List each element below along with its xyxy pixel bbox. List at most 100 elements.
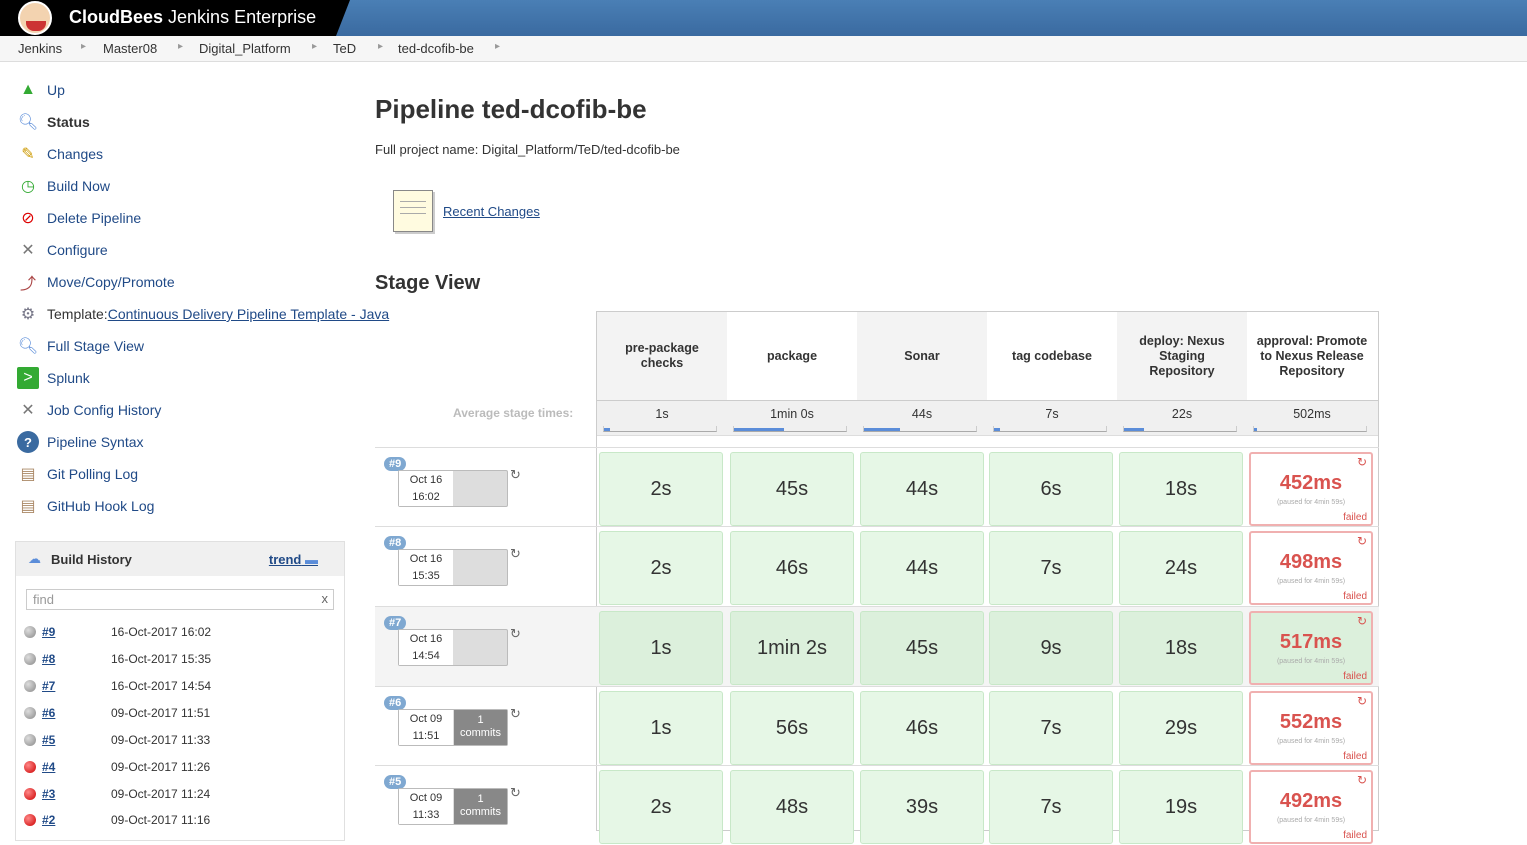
rerun-icon[interactable]: ↻ — [510, 546, 521, 562]
run-info[interactable]: Oct 16 16:02 — [398, 470, 508, 507]
rerun-icon[interactable]: ↻ — [510, 626, 521, 642]
stage-run-row: #5 Oct 09 11:33 1 commits ↻ 2s 48s 39s 7s … — [375, 765, 1379, 845]
stage-cell[interactable]: 7s — [989, 531, 1113, 605]
retry-icon[interactable]: ↻ — [1357, 534, 1367, 548]
stage-cell[interactable]: 24s — [1119, 531, 1243, 605]
chevron-right-icon: ▸ — [81, 41, 87, 52]
run-badge[interactable]: #5 — [384, 775, 407, 789]
stage-cell[interactable]: 7s — [989, 691, 1113, 765]
sidebar-item-job-config-history[interactable]: ✕ Job Config History — [17, 399, 161, 421]
stage-cell-failed[interactable]: ↻ 517ms (paused for 4min 59s) failed — [1249, 611, 1373, 685]
recent-changes[interactable]: Recent Changes — [393, 190, 540, 232]
run-badge[interactable]: #8 — [384, 536, 407, 550]
run-info[interactable]: Oct 09 11:33 1 commits — [398, 788, 508, 825]
avg-time-cell: 22s — [1117, 401, 1247, 437]
breadcrumb-digital-platform[interactable]: Digital_Platform — [199, 41, 291, 56]
sidebar-item-full-stage-view[interactable]: 🔍︎ Full Stage View — [17, 335, 144, 357]
run-badge[interactable]: #9 — [384, 457, 407, 471]
retry-icon[interactable]: ↻ — [1357, 614, 1367, 628]
stage-cell[interactable]: 19s — [1119, 770, 1243, 844]
stage-cell[interactable]: 39s — [860, 770, 984, 844]
rerun-icon[interactable]: ↻ — [510, 467, 521, 483]
top-header: CloudBees Jenkins Enterprise — [0, 0, 1527, 36]
stage-cell-failed[interactable]: ↻ 552ms (paused for 4min 59s) failed — [1249, 691, 1373, 765]
run-info[interactable]: Oct 09 11:51 1 commits — [398, 709, 508, 746]
stage-cell[interactable]: 1min 2s — [730, 611, 854, 685]
sidebar-item-github-hook-log[interactable]: ▤ GitHub Hook Log — [17, 495, 154, 517]
sidebar-item-up[interactable]: ▲ Up — [17, 79, 65, 101]
trend-link[interactable]: trend ▬ — [269, 552, 318, 567]
up-arrow-icon: ▲ — [20, 81, 36, 98]
build-row[interactable]: #9 16-Oct-2017 16:02 — [24, 622, 211, 642]
stage-cell[interactable]: 7s — [989, 770, 1113, 844]
build-row[interactable]: #7 16-Oct-2017 14:54 — [24, 676, 211, 696]
build-search-input[interactable]: find x — [26, 589, 334, 610]
sidebar-item-pipeline-syntax[interactable]: ? Pipeline Syntax — [17, 431, 144, 453]
sidebar-item-move-copy-promote[interactable]: ⤴ Move/Copy/Promote — [17, 271, 175, 293]
template-link[interactable]: Continuous Delivery Pipeline Template - … — [108, 306, 389, 322]
breadcrumb-jenkins[interactable]: Jenkins — [18, 41, 62, 56]
stage-cell[interactable]: 9s — [989, 611, 1113, 685]
recent-changes-link[interactable]: Recent Changes — [443, 204, 540, 219]
breadcrumb-master08[interactable]: Master08 — [103, 41, 157, 56]
avg-time-cell: 1min 0s — [727, 401, 857, 437]
stage-header: Sonar — [857, 312, 987, 400]
sidebar-item-delete-pipeline[interactable]: ⊘ Delete Pipeline — [17, 207, 141, 229]
commits-badge[interactable]: 1 commits — [454, 789, 507, 824]
sidebar-item-git-polling-log[interactable]: ▤ Git Polling Log — [17, 463, 138, 485]
avg-time-cell: 7s — [987, 401, 1117, 437]
clear-icon[interactable]: x — [322, 591, 329, 606]
stage-cell-failed[interactable]: ↻ 492ms (paused for 4min 59s) failed — [1249, 770, 1373, 844]
retry-icon[interactable]: ↻ — [1357, 455, 1367, 469]
stage-cell[interactable]: 2s — [599, 531, 723, 605]
build-history-panel: ☁ Build History trend ▬ find x #9 16-Oct-… — [15, 541, 345, 841]
build-row[interactable]: #8 16-Oct-2017 15:35 — [24, 649, 211, 669]
sidebar-item-configure[interactable]: ✕ Configure — [17, 239, 107, 261]
sidebar-item-splunk[interactable]: > Splunk — [17, 367, 90, 389]
status-ball-icon — [24, 707, 36, 719]
stage-cell[interactable]: 6s — [989, 452, 1113, 526]
run-info[interactable]: Oct 16 15:35 — [398, 549, 508, 586]
build-row[interactable]: #2 09-Oct-2017 11:16 — [24, 810, 210, 830]
stage-cell[interactable]: 2s — [599, 452, 723, 526]
breadcrumb-job[interactable]: ted-dcofib-be — [398, 41, 474, 56]
stage-cell[interactable]: 48s — [730, 770, 854, 844]
stage-cell[interactable]: 1s — [599, 691, 723, 765]
build-row[interactable]: #5 09-Oct-2017 11:33 — [24, 730, 210, 750]
stage-cell[interactable]: 29s — [1119, 691, 1243, 765]
stage-cell-failed[interactable]: ↻ 498ms (paused for 4min 59s) failed — [1249, 531, 1373, 605]
help-icon: ? — [17, 431, 39, 453]
commits-badge[interactable]: 1 commits — [454, 710, 507, 745]
avg-time-fill — [1254, 428, 1258, 431]
stage-cell[interactable]: 44s — [860, 452, 984, 526]
sidebar-item-status[interactable]: 🔍︎ Status — [17, 111, 90, 133]
stage-cell[interactable]: 1s — [599, 611, 723, 685]
stage-cell[interactable]: 2s — [599, 770, 723, 844]
stage-cell[interactable]: 56s — [730, 691, 854, 765]
status-ball-icon — [24, 680, 36, 692]
build-row[interactable]: #3 09-Oct-2017 11:24 — [24, 784, 210, 804]
stage-cell-failed[interactable]: ↻ 452ms (paused for 4min 59s) failed — [1249, 452, 1373, 526]
sidebar-item-changes[interactable]: ✎ Changes — [17, 143, 103, 165]
stage-cell[interactable]: 45s — [860, 611, 984, 685]
stage-cell[interactable]: 44s — [860, 531, 984, 605]
stage-cell[interactable]: 18s — [1119, 452, 1243, 526]
rerun-icon[interactable]: ↻ — [510, 706, 521, 722]
run-badge[interactable]: #7 — [384, 616, 407, 630]
build-row[interactable]: #6 09-Oct-2017 11:51 — [24, 703, 210, 723]
stage-cell[interactable]: 45s — [730, 452, 854, 526]
brand-area[interactable]: CloudBees Jenkins Enterprise — [0, 0, 350, 36]
stage-cell[interactable]: 46s — [860, 691, 984, 765]
rerun-icon[interactable]: ↻ — [510, 785, 521, 801]
retry-icon[interactable]: ↻ — [1357, 773, 1367, 787]
retry-icon[interactable]: ↻ — [1357, 694, 1367, 708]
build-row[interactable]: #4 09-Oct-2017 11:26 — [24, 757, 210, 777]
run-badge[interactable]: #6 — [384, 696, 407, 710]
run-info[interactable]: Oct 16 14:54 — [398, 629, 508, 666]
breadcrumb-ted[interactable]: TeD — [333, 41, 356, 56]
stage-cell[interactable]: 18s — [1119, 611, 1243, 685]
avg-time-cell: 502ms — [1247, 401, 1377, 437]
sidebar-item-build-now[interactable]: ◷ Build Now — [17, 175, 110, 197]
stage-cell[interactable]: 46s — [730, 531, 854, 605]
build-history-header: ☁ Build History trend ▬ — [16, 542, 344, 576]
